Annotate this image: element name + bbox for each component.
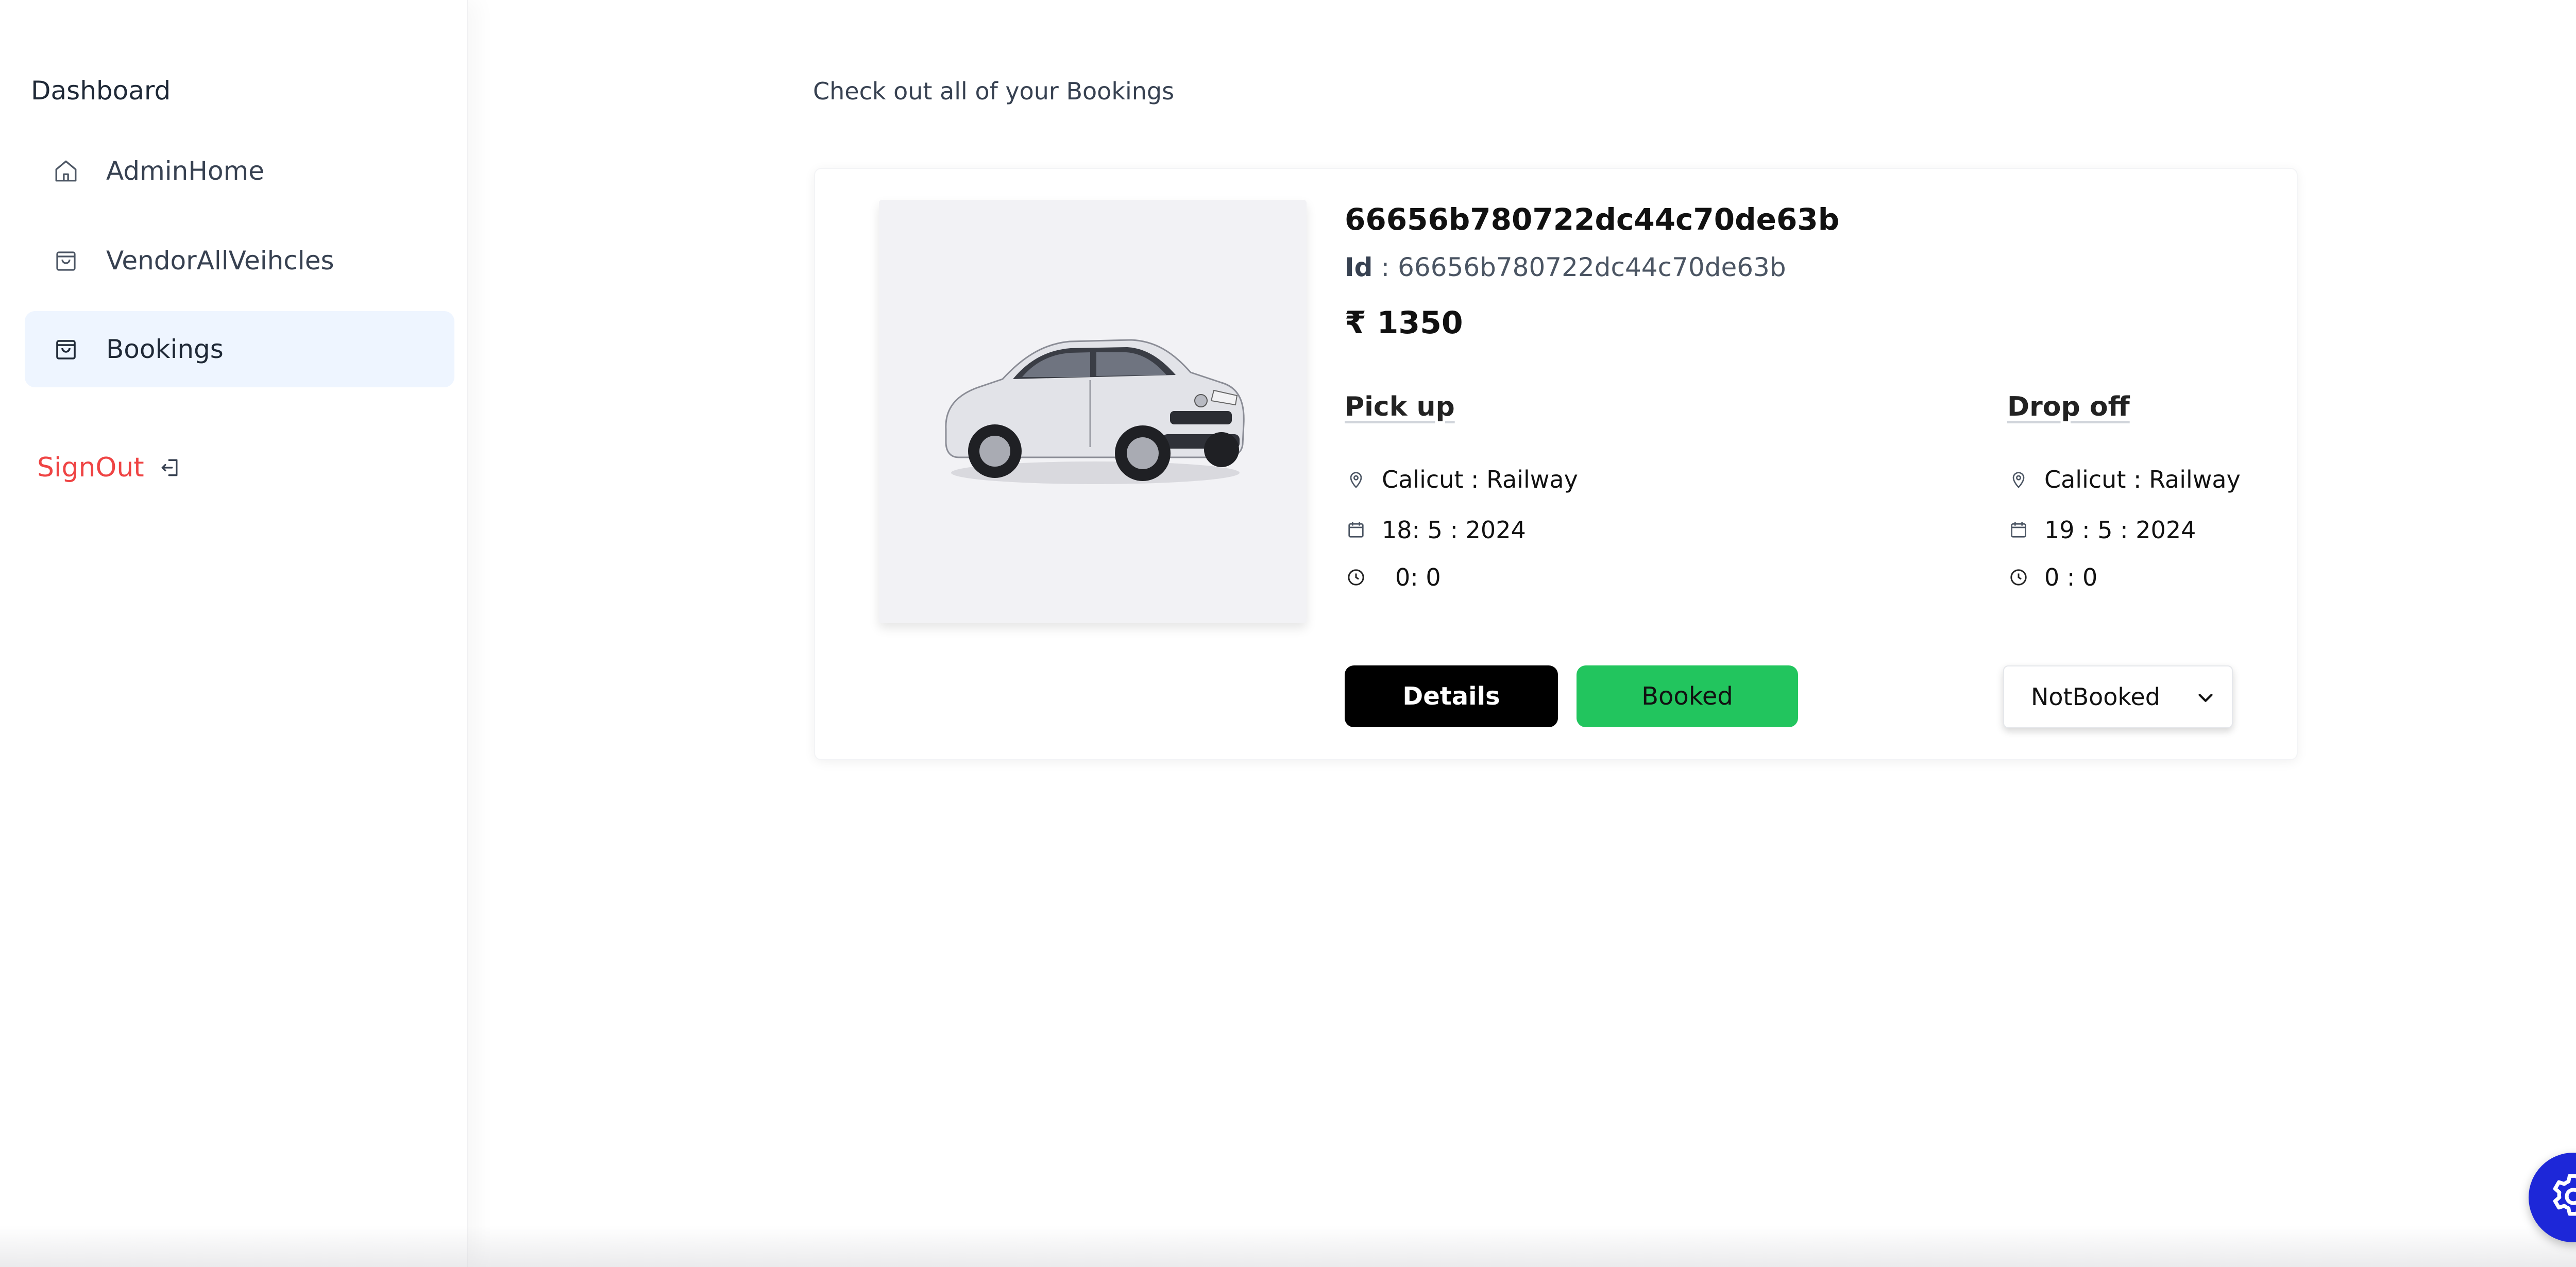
bottom-shadow — [0, 1226, 2576, 1267]
booking-card: 66656b780722dc44c70de63b Id : 66656b7807… — [814, 168, 2298, 760]
sidebar-item-adminhome[interactable]: AdminHome — [25, 133, 454, 209]
signout-label: SignOut — [37, 452, 144, 483]
signout-button[interactable]: SignOut — [37, 452, 182, 483]
dropoff-date: 19 : 5 : 2024 — [2007, 516, 2196, 544]
pickup-date: 18: 5 : 2024 — [1345, 516, 1526, 544]
pickup-location-text: Calicut : Railway — [1382, 466, 1578, 493]
page-title: Check out all of your Bookings — [813, 77, 1175, 105]
price-value: 1350 — [1377, 305, 1463, 341]
dropoff-date-text: 19 : 5 : 2024 — [2044, 516, 2196, 544]
booking-id-separator: : — [1381, 252, 1390, 282]
dropoff-time: 0 : 0 — [2007, 563, 2097, 591]
vehicle-image — [879, 200, 1307, 623]
clock-icon — [1345, 566, 1367, 589]
booking-price: ₹ 1350 — [1345, 305, 1463, 341]
sign-out-icon — [158, 455, 182, 480]
dropoff-location-text: Calicut : Railway — [2044, 466, 2241, 493]
pickup-date-text: 18: 5 : 2024 — [1382, 516, 1526, 544]
booked-button[interactable]: Booked — [1577, 665, 1798, 727]
sidebar-section-title: Dashboard — [31, 76, 171, 106]
booking-id-label: Id — [1345, 252, 1373, 282]
calendar-icon — [2007, 519, 2030, 541]
pickup-location: Calicut : Railway — [1345, 466, 1578, 493]
sidebar: Dashboard AdminHome VendorAllVeihcles Bo… — [0, 0, 468, 1267]
calendar-icon — [1345, 519, 1367, 541]
home-icon — [52, 157, 80, 185]
pickup-time: 0: 0 — [1345, 563, 1441, 591]
dropoff-location: Calicut : Railway — [2007, 466, 2241, 493]
sidebar-item-label: VendorAllVeihcles — [106, 246, 334, 276]
sidebar-item-label: AdminHome — [106, 156, 265, 186]
location-pin-icon — [2007, 468, 2030, 491]
booking-id-value: 66656b780722dc44c70de63b — [1398, 252, 1786, 282]
details-button[interactable]: Details — [1345, 665, 1558, 727]
dropoff-time-text: 0 : 0 — [2044, 563, 2098, 591]
booking-title: 66656b780722dc44c70de63b — [1345, 202, 1840, 237]
gear-icon — [2547, 1170, 2576, 1225]
booking-id: Id : 66656b780722dc44c70de63b — [1345, 252, 1786, 282]
dropoff-heading: Drop off — [2007, 391, 2130, 422]
location-pin-icon — [1345, 468, 1367, 491]
clock-icon — [2007, 566, 2030, 589]
booking-status-select[interactable]: NotBooked — [2003, 665, 2233, 728]
bag-icon — [52, 335, 80, 364]
sidebar-item-vendor-all-vehicles[interactable]: VendorAllVeihcles — [25, 222, 454, 299]
currency-symbol: ₹ — [1345, 305, 1366, 341]
sidebar-item-label: Bookings — [106, 334, 224, 364]
pickup-heading: Pick up — [1345, 391, 1455, 422]
booking-status-value: NotBooked — [2031, 683, 2160, 711]
chevron-down-icon — [2194, 686, 2217, 710]
sidebar-item-bookings[interactable]: Bookings — [25, 311, 454, 387]
pickup-time-text: 0: 0 — [1395, 563, 1441, 591]
bag-icon — [52, 246, 80, 275]
